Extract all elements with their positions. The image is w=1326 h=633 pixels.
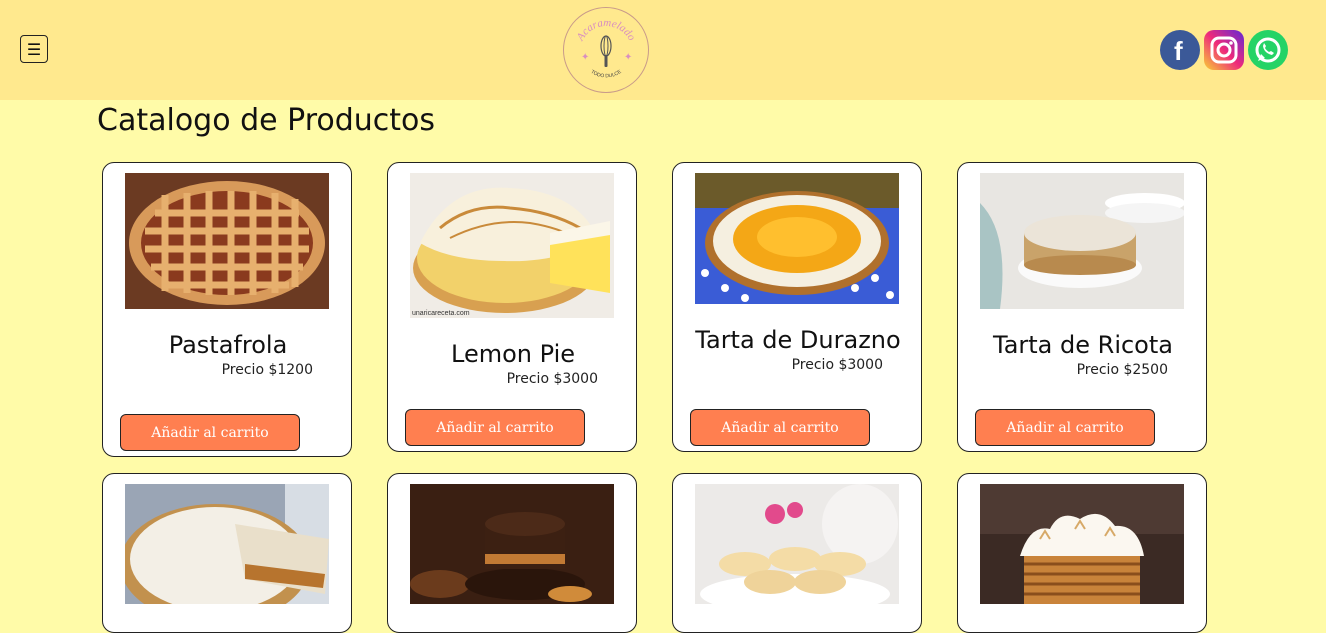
product-card: Tarta de Ricota Precio $2500 Añadir al c… [957,162,1207,452]
product-card [957,473,1207,633]
social-links: f [1160,30,1288,70]
product-price: Precio $3000 [791,357,883,373]
product-card: Tarta de Durazno Precio $3000 Añadir al … [672,162,922,452]
page-title: Catalogo de Productos [97,103,436,138]
product-name: Tarta de Durazno [695,326,901,354]
product-image [125,484,329,604]
logo-graphic: Acaramelado TODO DULCE ✦ ✦ [574,17,638,80]
product-name: Tarta de Ricota [993,331,1173,359]
product-image [125,173,329,309]
product-image [410,484,614,604]
site-header: ☰ Acaramelado TODO DULCE ✦ ✦ f [0,0,1326,100]
svg-text:TODO DULCE: TODO DULCE [590,69,624,80]
product-card [102,473,352,633]
svg-text:Acaramelado: Acaramelado [574,17,638,44]
svg-text:✦: ✦ [624,52,632,63]
product-card: unaricareceta.com Lemon Pie Precio $3000… [387,162,637,452]
svg-text:✦: ✦ [581,52,589,63]
menu-button[interactable]: ☰ [20,35,48,63]
add-to-cart-button[interactable]: Añadir al carrito [405,409,585,446]
add-to-cart-button[interactable]: Añadir al carrito [690,409,870,446]
product-image [695,173,899,304]
product-name: Lemon Pie [451,340,575,368]
hamburger-icon: ☰ [26,39,42,59]
product-image [980,484,1184,604]
product-image [695,484,899,604]
svg-text:f: f [1174,36,1183,66]
add-to-cart-button[interactable]: Añadir al carrito [120,414,300,451]
brand-logo[interactable]: Acaramelado TODO DULCE ✦ ✦ [563,7,649,93]
product-price: Precio $1200 [221,362,313,378]
product-price: Precio $3000 [506,371,598,387]
product-name: Pastafrola [168,331,288,359]
product-card [387,473,637,633]
product-image: unaricareceta.com [410,173,614,318]
instagram-icon[interactable] [1204,30,1244,70]
product-card: Pastafrola Precio $1200 Añadir al carrit… [102,162,352,457]
svg-text:unaricareceta.com: unaricareceta.com [412,310,470,317]
product-image [980,173,1184,309]
add-to-cart-button[interactable]: Añadir al carrito [975,409,1155,446]
facebook-icon[interactable]: f [1160,30,1200,70]
product-card [672,473,922,633]
product-price: Precio $2500 [1076,362,1168,378]
whatsapp-icon[interactable] [1248,30,1288,70]
